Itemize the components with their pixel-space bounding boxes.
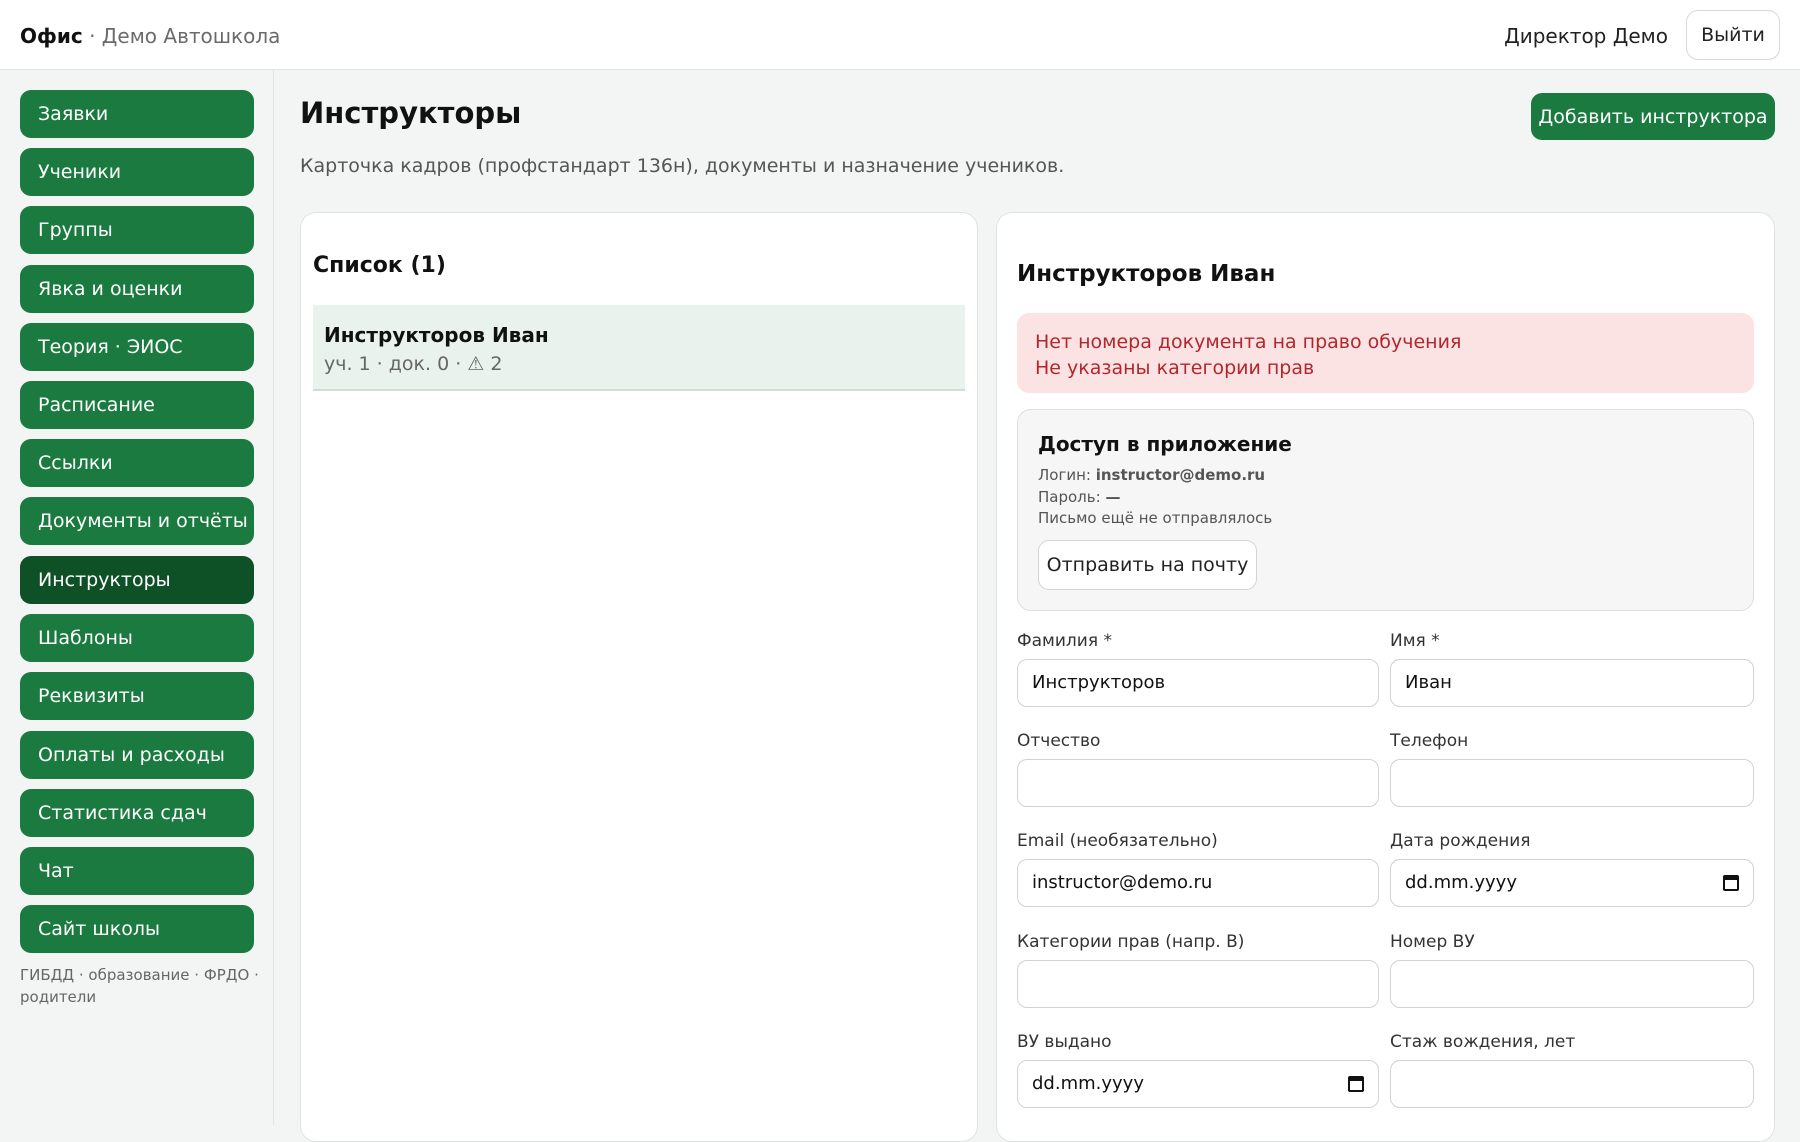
login-label: Логин: <box>1038 466 1091 484</box>
sidebar: Заявки Ученики Группы Явка и оценки Теор… <box>0 70 274 1125</box>
list-title: Список (1) <box>313 253 446 278</box>
license-issued-value: dd.mm.yyyy <box>1032 1073 1144 1094</box>
detail-title: Инструкторов Иван <box>1017 261 1276 287</box>
warning-alert: Нет номера документа на право обучения Н… <box>1017 313 1754 393</box>
list-item-meta: уч. 1 · док. 0 · ⚠ 2 <box>324 353 503 375</box>
sidebar-item-groups[interactable]: Группы <box>20 206 254 254</box>
list-item[interactable]: Инструкторов Иван уч. 1 · док. 0 · ⚠ 2 <box>313 305 965 391</box>
sidebar-item-requests[interactable]: Заявки <box>20 90 254 138</box>
sidebar-item-documents[interactable]: Документы и отчёты <box>20 497 254 545</box>
sidebar-item-links[interactable]: Ссылки <box>20 439 254 487</box>
first-name-label: Имя * <box>1390 631 1440 651</box>
license-number-field[interactable] <box>1390 960 1754 1008</box>
categories-field[interactable] <box>1017 960 1379 1008</box>
send-email-button[interactable]: Отправить на почту <box>1038 540 1257 590</box>
calendar-icon[interactable] <box>1723 875 1739 891</box>
driving-experience-field[interactable] <box>1390 1060 1754 1108</box>
sidebar-item-students[interactable]: Ученики <box>20 148 254 196</box>
sidebar-item-instructors[interactable]: Инструкторы <box>20 556 254 604</box>
license-number-label: Номер ВУ <box>1390 932 1475 952</box>
middle-name-field[interactable] <box>1017 759 1379 807</box>
login-line: Логин: instructor@demo.ru <box>1038 466 1265 484</box>
sidebar-item-templates[interactable]: Шаблоны <box>20 614 254 662</box>
first-name-field[interactable]: Иван <box>1390 659 1754 707</box>
add-instructor-button[interactable]: Добавить инструктора <box>1531 93 1775 140</box>
sidebar-item-schedule[interactable]: Расписание <box>20 381 254 429</box>
email-label: Email (необязательно) <box>1017 831 1218 851</box>
app-name: Офис <box>20 24 83 48</box>
instructor-list-card: Список (1) Инструкторов Иван уч. 1 · док… <box>300 212 978 1142</box>
alert-line: Нет номера документа на право обучения <box>1035 331 1462 353</box>
instructor-detail-card: Инструкторов Иван Нет номера документа н… <box>996 212 1775 1142</box>
top-bar: Офис · Демо Автошкола Директор Демо Выйт… <box>0 0 1800 70</box>
birth-date-value: dd.mm.yyyy <box>1405 872 1517 893</box>
list-item-name: Инструкторов Иван <box>324 323 549 347</box>
sidebar-item-school-site[interactable]: Сайт школы <box>20 905 254 953</box>
user-name: Директор Демо <box>1504 24 1668 48</box>
sidebar-item-exam-stats[interactable]: Статистика сдач <box>20 789 254 837</box>
sidebar-item-requisites[interactable]: Реквизиты <box>20 672 254 720</box>
app-access-panel: Доступ в приложение Логин: instructor@de… <box>1017 409 1754 611</box>
driving-experience-label: Стаж вождения, лет <box>1390 1032 1576 1052</box>
middle-name-label: Отчество <box>1017 731 1101 751</box>
phone-label: Телефон <box>1390 731 1469 751</box>
sidebar-item-attendance[interactable]: Явка и оценки <box>20 265 254 313</box>
login-value: instructor@demo.ru <box>1095 466 1266 484</box>
sidebar-item-chat[interactable]: Чат <box>20 847 254 895</box>
license-issued-field[interactable]: dd.mm.yyyy <box>1017 1060 1379 1108</box>
last-name-field[interactable]: Инструкторов <box>1017 659 1379 707</box>
password-value: — <box>1105 488 1121 506</box>
school-name: · Демо Автошкола <box>89 24 281 48</box>
categories-label: Категории прав (напр. B) <box>1017 932 1245 952</box>
phone-field[interactable] <box>1390 759 1754 807</box>
page-title: Инструкторы <box>300 96 522 130</box>
sidebar-footer: ГИБДД · образование · ФРДО · родители <box>20 966 259 1006</box>
calendar-icon[interactable] <box>1348 1076 1364 1092</box>
alert-line: Не указаны категории прав <box>1035 357 1315 379</box>
sidebar-item-payments[interactable]: Оплаты и расходы <box>20 731 254 779</box>
birth-date-field[interactable]: dd.mm.yyyy <box>1390 859 1754 907</box>
logout-button[interactable]: Выйти <box>1686 10 1780 60</box>
brand: Офис · Демо Автошкола <box>20 24 280 48</box>
password-line: Пароль: — <box>1038 488 1120 506</box>
access-title: Доступ в приложение <box>1038 432 1292 456</box>
birth-date-label: Дата рождения <box>1390 831 1531 851</box>
email-field[interactable]: instructor@demo.ru <box>1017 859 1379 907</box>
password-label: Пароль: <box>1038 488 1101 506</box>
page-subtitle: Карточка кадров (профстандарт 136н), док… <box>300 155 1065 177</box>
sidebar-item-theory[interactable]: Теория · ЭИОС <box>20 323 254 371</box>
last-name-label: Фамилия * <box>1017 631 1112 651</box>
license-issued-label: ВУ выдано <box>1017 1032 1112 1052</box>
mail-status: Письмо ещё не отправлялось <box>1038 509 1273 527</box>
